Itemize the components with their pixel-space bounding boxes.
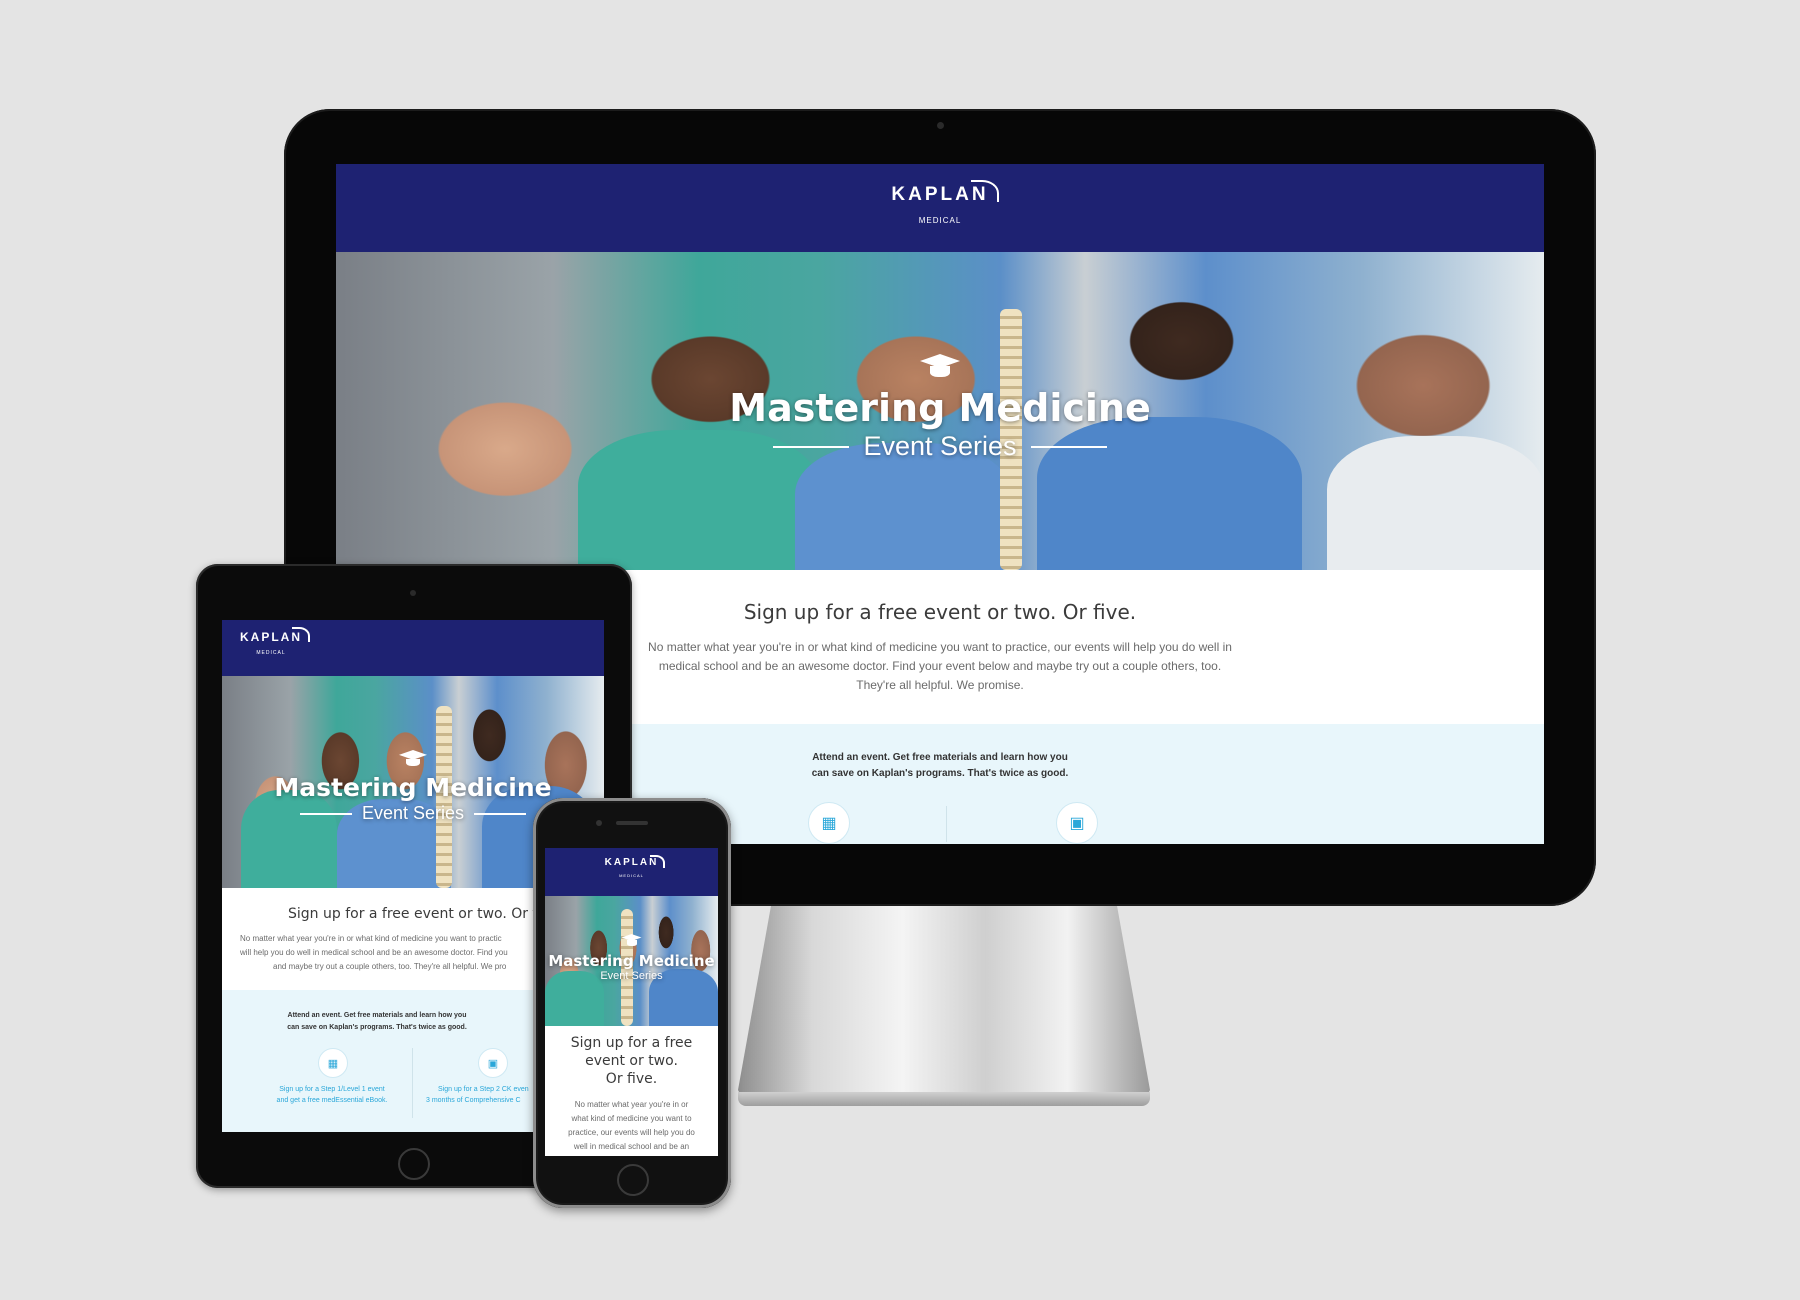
hero-title: Mastering Medicine <box>729 386 1151 430</box>
logo-swoosh <box>650 855 666 868</box>
site-header: KAPLAN MEDICAL <box>545 848 718 896</box>
site-header: KAPLAN MEDICAL <box>222 620 604 676</box>
hero-subtitle: Event Series <box>600 970 663 982</box>
logo-swoosh <box>292 627 310 642</box>
phone-home-button[interactable] <box>617 1164 649 1196</box>
hero-subtitle: Event Series <box>863 431 1017 461</box>
hero-subtitle-row: Event Series <box>545 970 718 982</box>
hero-subtitle: Event Series <box>361 803 465 823</box>
intro-line: well in medical school and be an <box>573 1142 690 1151</box>
divider-line <box>474 812 527 815</box>
monitor-stand-base <box>738 1092 1150 1106</box>
graduation-cap-icon <box>399 750 427 768</box>
tablet-camera <box>410 590 416 596</box>
hero-title: Mastering Medicine <box>548 952 715 970</box>
divider-line <box>773 445 850 448</box>
hero-banner: Mastering Medicine Event Series <box>336 252 1544 570</box>
logo-division: MEDICAL <box>256 650 286 656</box>
band-line: Attend an event. Get free materials and … <box>287 1012 467 1019</box>
laptop-icon[interactable]: ▣ <box>1056 802 1098 844</box>
logo-swoosh <box>970 180 999 202</box>
intro-line: No matter what year you're in or <box>574 1100 689 1109</box>
phone-camera <box>596 820 602 826</box>
book-icon[interactable]: ▦ <box>318 1048 348 1078</box>
intro-line: practice, our events will help you do <box>568 1128 695 1137</box>
monitor-camera <box>937 122 944 129</box>
graduation-cap-icon <box>920 354 960 380</box>
tablet-home-button[interactable] <box>398 1148 430 1180</box>
kaplan-logo[interactable]: KAPLAN MEDICAL <box>605 855 666 896</box>
hero-title: Mastering Medicine <box>274 773 552 802</box>
offer-divider <box>412 1048 413 1118</box>
phone-speaker <box>616 821 648 825</box>
graduation-cap-icon <box>622 934 642 947</box>
band-line: can save on Kaplan's programs. That's tw… <box>287 1024 467 1031</box>
intro-section: Sign up for a free event or two. Or five… <box>545 1034 718 1154</box>
intro-heading-line: Sign up for a free <box>570 1035 693 1051</box>
offer-link-step1[interactable]: Sign up for a Step 1/Level 1 event and g… <box>252 1084 412 1106</box>
hero-banner: Mastering Medicine Event Series <box>545 896 718 1026</box>
phone-screen: KAPLAN MEDICAL Mastering Medicine Event … <box>545 848 718 1156</box>
divider-line <box>299 812 352 815</box>
intro-heading-line: Or five. <box>605 1071 658 1087</box>
hero-text: Mastering Medicine Event Series <box>336 354 1544 462</box>
kaplan-logo[interactable]: KAPLAN MEDICAL <box>240 627 310 676</box>
hero-text: Mastering Medicine Event Series <box>545 934 718 982</box>
offer-line: and get a free medEssential eBook. <box>276 1097 388 1104</box>
logo-division: MEDICAL <box>918 216 962 225</box>
offer-line: Sign up for a Step 1/Level 1 event <box>279 1086 385 1093</box>
kaplan-logo[interactable]: KAPLAN MEDICAL <box>891 180 999 252</box>
logo-division: MEDICAL <box>619 873 644 878</box>
hero-subtitle-row: Event Series <box>336 431 1544 462</box>
site-header: KAPLAN MEDICAL <box>336 164 1544 252</box>
intro-heading-line: event or two. <box>585 1053 678 1069</box>
intro-body: No matter what year you're in or what ki… <box>545 1098 718 1154</box>
intro-line: what kind of medicine you want to <box>571 1114 692 1123</box>
intro-heading: Sign up for a free event or two. Or five… <box>545 1034 718 1088</box>
offer-divider <box>946 806 947 842</box>
divider-line <box>1030 445 1107 448</box>
laptop-icon[interactable]: ▣ <box>478 1048 508 1078</box>
monitor-stand <box>738 906 1150 1106</box>
book-icon[interactable]: ▦ <box>808 802 850 844</box>
